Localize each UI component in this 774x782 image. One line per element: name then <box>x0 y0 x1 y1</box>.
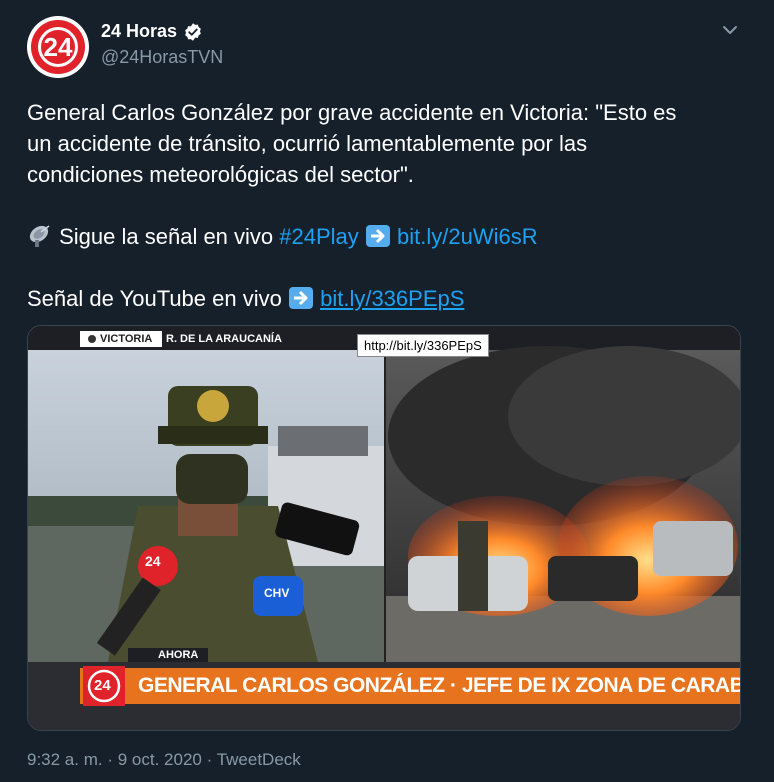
lower-third-name: GENERAL CARLOS GONZÁLEZ <box>138 674 445 697</box>
tweet-time[interactable]: 9:32 a. m. <box>27 750 103 769</box>
bitly-link-1[interactable]: bit.ly/2uWi6sR <box>397 224 538 249</box>
account-name[interactable]: 24 Horas <box>101 21 177 42</box>
region-tag: R. DE LA ARAUCANÍA <box>166 333 282 345</box>
avatar-logo-text: 24 <box>38 27 78 67</box>
account-name-row[interactable]: 24 Horas <box>101 21 203 42</box>
satellite-dish-icon <box>29 225 50 247</box>
account-handle[interactable]: @24HorasTVN <box>101 47 223 68</box>
mic-logo-24: 24 <box>145 553 161 569</box>
youtube-line: Señal de YouTube en vivo bit.ly/336PEpS <box>27 283 737 314</box>
avatar-logo: 24 <box>31 20 85 74</box>
lower-third-separator: · <box>449 674 457 697</box>
bitly-link-2[interactable]: bit.ly/336PEpS <box>320 286 464 311</box>
right-arrow-icon <box>288 287 313 309</box>
lower-third-title: JEFE DE IX ZONA DE CARABINEROS <box>461 674 741 697</box>
signal-text: Sigue la señal en vivo <box>59 224 274 249</box>
lower-third-logo: 24 <box>94 677 111 694</box>
link-tooltip: http://bit.ly/336PEpS <box>357 334 489 357</box>
tweet-line: General Carlos González por grave accide… <box>27 100 677 125</box>
tweet-line: condiciones meteorológicas del sector". <box>27 162 414 187</box>
mic-logo-chv: CHV <box>264 586 290 600</box>
video-frame[interactable] <box>28 326 740 730</box>
verified-badge-icon <box>185 22 201 41</box>
avatar[interactable]: 24 <box>27 16 89 78</box>
tweet-line: un accidente de tránsito, ocurrió lament… <box>27 131 588 156</box>
tweet-media[interactable]: VICTORIA R. DE LA ARAUCANÍA 24 CHV AHORA… <box>27 325 741 731</box>
footer-separator: · <box>107 750 114 769</box>
youtube-text: Señal de YouTube en vivo <box>27 286 282 311</box>
location-tag: VICTORIA <box>100 333 153 345</box>
tweet-text: General Carlos González por grave accide… <box>27 97 737 314</box>
lower-third: GENERAL CARLOS GONZÁLEZ · JEFE DE IX ZON… <box>138 674 741 698</box>
footer-separator: · <box>206 750 213 769</box>
tweet-footer: 9:32 a. m. · 9 oct. 2020 · TweetDeck <box>27 750 301 770</box>
right-arrow-icon <box>365 225 390 247</box>
tweet-source[interactable]: TweetDeck <box>217 750 301 769</box>
tweet-date[interactable]: 9 oct. 2020 <box>118 750 202 769</box>
chevron-down-icon[interactable] <box>720 20 740 40</box>
hashtag-link[interactable]: #24Play <box>279 224 359 249</box>
live-label: AHORA <box>158 649 199 661</box>
signal-line: Sigue la señal en vivo #24Play bit.ly/2u… <box>27 221 737 252</box>
